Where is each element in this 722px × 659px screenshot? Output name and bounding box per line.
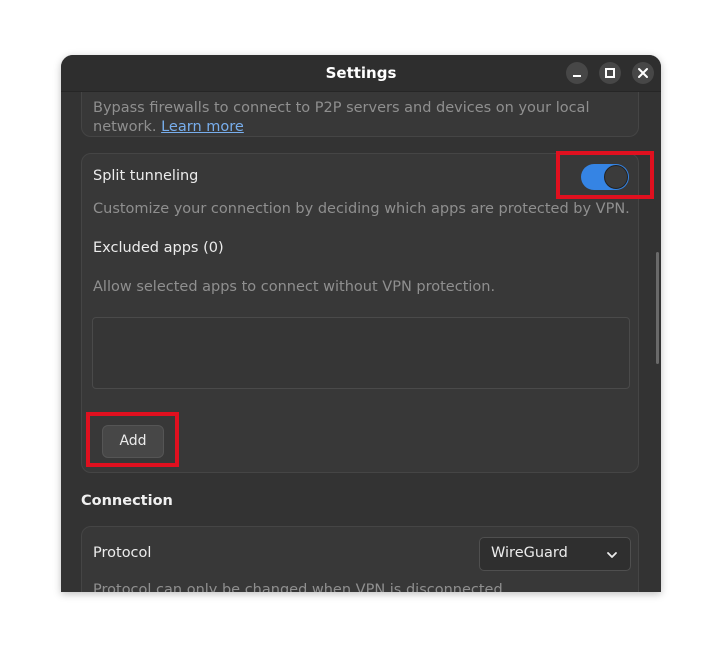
title-bar: Settings [61, 55, 661, 92]
connection-card: Protocol WireGuard Protocol can only be … [81, 526, 639, 592]
protocol-note: Protocol can only be changed when VPN is… [93, 582, 508, 592]
protocol-dropdown[interactable]: WireGuard [479, 537, 631, 571]
protocol-label: Protocol [93, 545, 152, 561]
close-button[interactable] [632, 62, 654, 84]
excluded-apps-description: Allow selected apps to connect without V… [93, 279, 496, 295]
close-icon [638, 68, 648, 78]
lan-description-end: network. [93, 119, 157, 135]
maximize-icon [605, 68, 615, 78]
toggle-highlight [556, 151, 654, 199]
excluded-apps-list[interactable] [92, 317, 630, 389]
maximize-button[interactable] [599, 62, 621, 84]
settings-window: Settings Bypass firewalls to connect to … [61, 55, 661, 592]
excluded-apps-title: Excluded apps (0) [93, 240, 224, 256]
split-tunneling-description: Customize your connection by deciding wh… [93, 201, 630, 217]
learn-more-link[interactable]: Learn more [161, 119, 244, 135]
minimize-icon [573, 75, 581, 77]
scrollbar[interactable] [656, 252, 659, 364]
protocol-selected-value: WireGuard [491, 545, 568, 561]
add-button-highlight [86, 412, 179, 467]
connection-section-title: Connection [81, 493, 173, 509]
minimize-button[interactable] [566, 62, 588, 84]
lan-description: Bypass firewalls to connect to P2P serve… [93, 100, 590, 116]
lan-access-card: Bypass firewalls to connect to P2P serve… [81, 92, 639, 137]
split-tunneling-label: Split tunneling [93, 168, 199, 184]
chevron-down-icon [607, 552, 617, 558]
